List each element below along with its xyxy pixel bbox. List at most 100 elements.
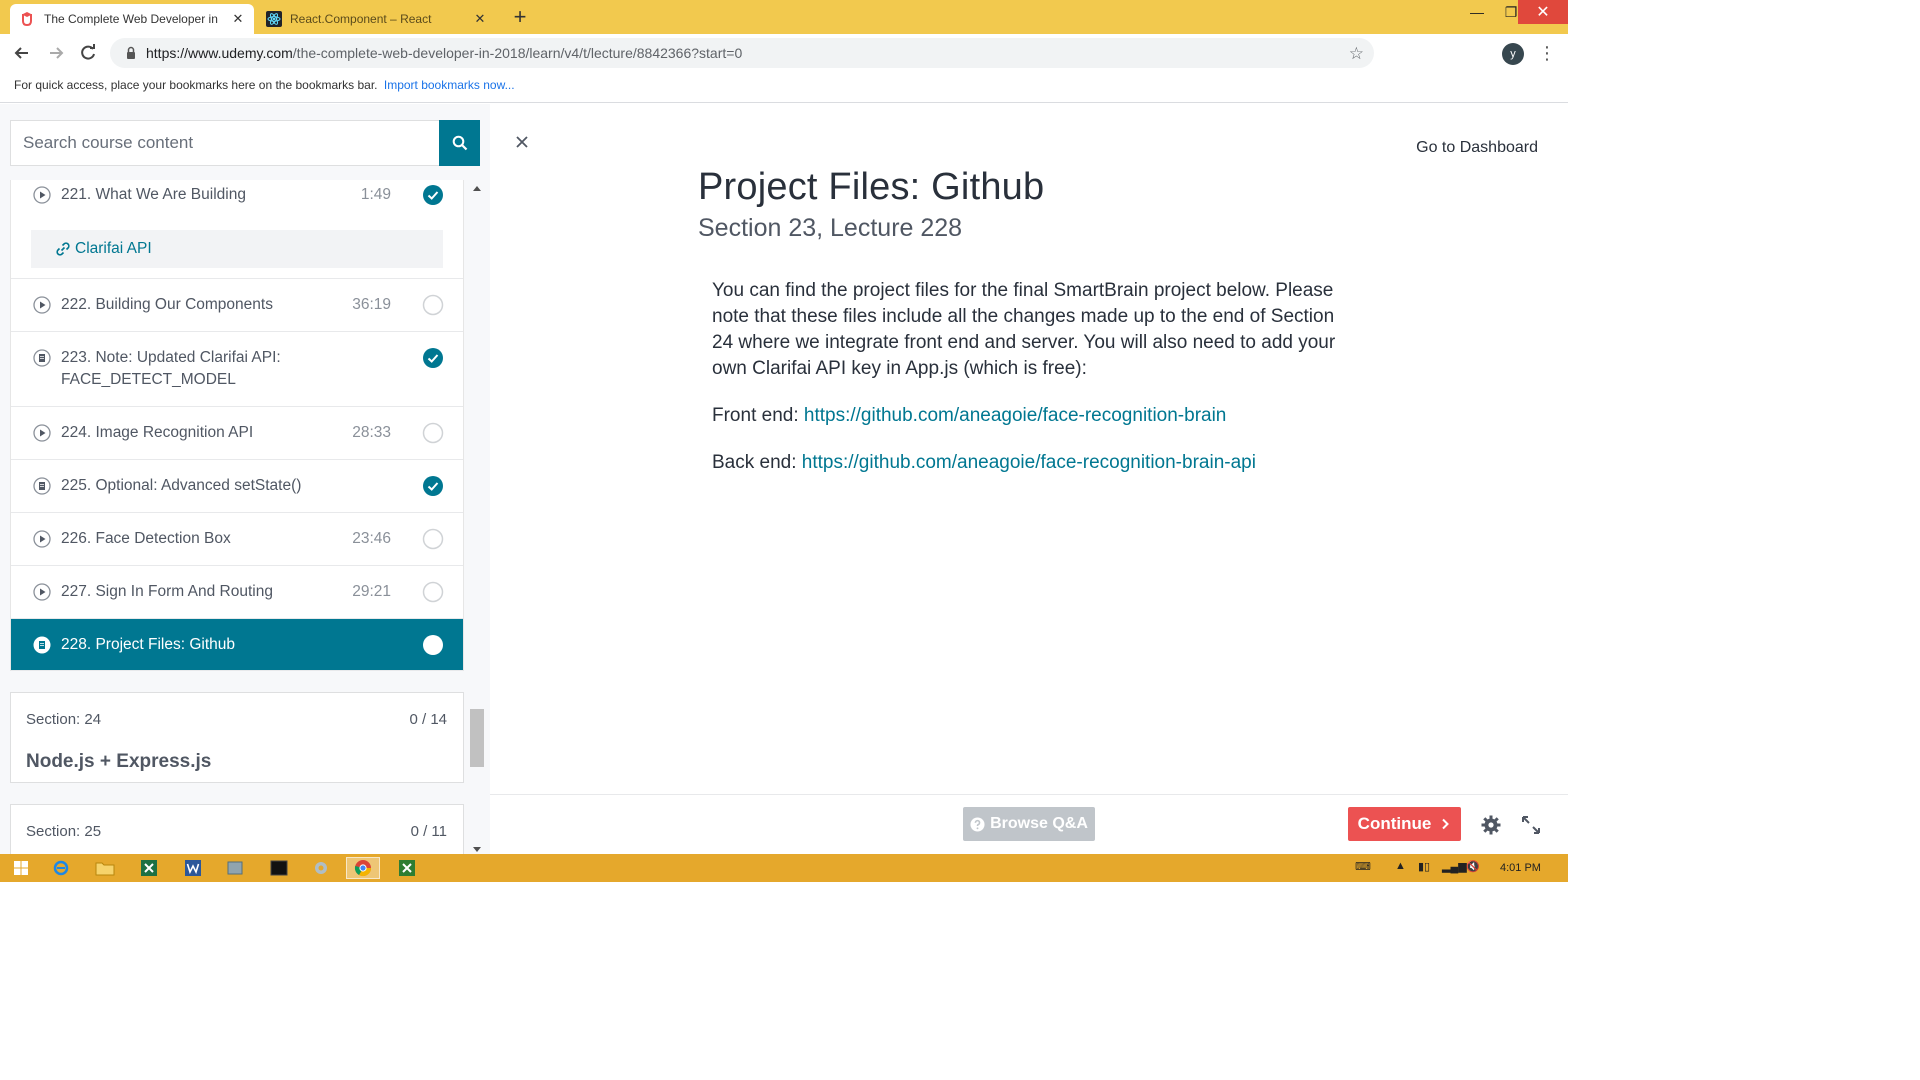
scroll-up-icon[interactable] <box>472 184 482 192</box>
section-progress: 0 / 14 <box>409 711 447 728</box>
lecture-item-225[interactable]: 225. Optional: Advanced setState() <box>11 460 463 513</box>
lecture-duration: 28:33 <box>352 424 391 441</box>
expand-icon[interactable] <box>1520 814 1542 836</box>
minimize-icon[interactable]: — <box>1460 0 1494 24</box>
front-end-link[interactable]: https://github.com/aneagoie/face-recogni… <box>804 405 1226 426</box>
import-bookmarks-link[interactable]: Import bookmarks now... <box>384 78 515 92</box>
back-arrow-icon[interactable] <box>12 43 32 63</box>
react-icon <box>266 10 290 28</box>
tab-title: The Complete Web Developer in <box>44 12 218 26</box>
bookmarks-hint: For quick access, place your bookmarks h… <box>14 78 378 92</box>
browser-toolbar: https://www.udemy.com/the-complete-web-d… <box>0 34 1568 97</box>
excel-icon[interactable] <box>132 857 166 879</box>
reload-icon[interactable] <box>78 43 98 63</box>
forward-arrow-icon[interactable] <box>46 43 66 63</box>
go-to-dashboard-link[interactable]: Go to Dashboard <box>1416 139 1538 157</box>
volume-muted-icon[interactable]: 🔇 <box>1466 860 1480 873</box>
incomplete-circle-icon[interactable] <box>422 634 444 656</box>
url-text: https://www.udemy.com/the-complete-web-d… <box>146 45 742 61</box>
incomplete-circle-icon[interactable] <box>422 422 444 444</box>
address-bar[interactable]: https://www.udemy.com/the-complete-web-d… <box>110 38 1374 68</box>
terminal-icon[interactable] <box>262 857 296 879</box>
lecture-item-222[interactable]: 222. Building Our Components 36:19 <box>11 279 463 332</box>
new-tab-button[interactable]: + <box>508 6 532 28</box>
file-explorer-icon[interactable] <box>88 857 122 879</box>
tab-close-icon[interactable]: ✕ <box>472 11 488 27</box>
scroll-down-icon[interactable] <box>472 846 482 854</box>
lecture-item-221[interactable]: 221. What We Are Building 1:49 Clarifai … <box>11 180 463 279</box>
section-number: Section: 25 <box>26 823 102 840</box>
resource-link-clarifai[interactable]: Clarifai API <box>31 230 443 268</box>
lecture-item-227[interactable]: 227. Sign In Form And Routing 29:21 <box>11 566 463 619</box>
chrome-taskbar-icon[interactable] <box>346 857 380 879</box>
lecture-subtitle: Section 23, Lecture 228 <box>698 214 963 242</box>
spreadsheet-icon[interactable] <box>390 857 424 879</box>
lecture-footer: Browse Q&A Continue <box>490 794 1568 854</box>
network-icon[interactable]: ▮▯ <box>1418 860 1430 873</box>
lecture-list: 221. What We Are Building 1:49 Clarifai … <box>10 180 464 671</box>
app-icon[interactable] <box>218 857 252 879</box>
clock[interactable]: 4:01 PM <box>1500 862 1541 874</box>
lecture-duration: 1:49 <box>360 186 391 203</box>
completed-check-icon[interactable] <box>422 475 444 497</box>
url-host: https://www.udemy.com <box>146 45 293 61</box>
browser-tab-react[interactable]: React.Component – React ✕ <box>256 4 496 34</box>
lecture-duration: 36:19 <box>352 296 391 313</box>
incomplete-circle-icon[interactable] <box>422 294 444 316</box>
word-icon[interactable] <box>176 857 210 879</box>
signal-icon[interactable]: ▂▄▆ <box>1442 860 1467 873</box>
lecture-title: 221. What We Are Building <box>61 186 246 203</box>
lecture-title-line2: FACE_DETECT_MODEL <box>61 371 236 388</box>
windows-start-icon[interactable] <box>4 857 38 879</box>
search-icon <box>452 135 467 151</box>
windows-taskbar: ⌨ ▲ ▮▯ ▂▄▆ 🔇 4:01 PM <box>0 854 1568 882</box>
more-menu-icon[interactable]: ⋮ <box>1538 42 1556 64</box>
lecture-duration: 29:21 <box>352 583 391 600</box>
lecture-title: 227. Sign In Form And Routing <box>61 583 273 600</box>
search-input[interactable] <box>10 120 439 166</box>
lecture-title: 223. Note: Updated Clarifai API: <box>61 349 281 366</box>
internet-explorer-icon[interactable] <box>44 857 78 879</box>
keyboard-icon[interactable]: ⌨ <box>1355 860 1371 873</box>
completed-check-icon[interactable] <box>422 347 444 369</box>
article-paragraph: You can find the project files for the f… <box>712 280 1336 379</box>
tab-close-icon[interactable]: ✕ <box>230 11 246 27</box>
show-hidden-icons-icon[interactable]: ▲ <box>1395 860 1406 872</box>
close-sidebar-icon[interactable] <box>512 132 532 152</box>
section-card-24[interactable]: Section: 24 0 / 14 Node.js + Express.js <box>10 692 464 783</box>
play-icon <box>33 583 51 601</box>
continue-button[interactable]: Continue <box>1348 807 1461 841</box>
url-path: /the-complete-web-developer-in-2018/lear… <box>292 45 743 61</box>
browse-qa-button[interactable]: Browse Q&A <box>963 807 1095 841</box>
lecture-item-223[interactable]: 223. Note: Updated Clarifai API: FACE_DE… <box>11 332 463 407</box>
bookmark-star-icon[interactable]: ☆ <box>1349 44 1364 64</box>
search-button[interactable] <box>439 120 480 166</box>
play-icon <box>33 424 51 442</box>
incomplete-circle-icon[interactable] <box>422 581 444 603</box>
section-number: Section: 24 <box>26 711 102 728</box>
profile-avatar[interactable]: y <box>1502 43 1524 65</box>
window-close-icon[interactable]: ✕ <box>1518 0 1568 24</box>
lecture-content: Go to Dashboard Project Files: Github Se… <box>490 104 1568 794</box>
link-icon <box>56 242 70 256</box>
lecture-title: Project Files: Github <box>698 166 1045 208</box>
front-end-label: Front end: <box>712 405 799 426</box>
udemy-icon <box>20 10 44 28</box>
back-end-link[interactable]: https://github.com/aneagoie/face-recogni… <box>802 452 1256 473</box>
lecture-item-226[interactable]: 226. Face Detection Box 23:46 <box>11 513 463 566</box>
bookmarks-bar: For quick access, place your bookmarks h… <box>0 72 1568 103</box>
browser-tab-strip: The Complete Web Developer in ✕ React.Co… <box>0 0 1568 34</box>
browse-qa-label: Browse Q&A <box>990 815 1088 832</box>
lecture-item-228-current[interactable]: 228. Project Files: Github <box>11 619 463 671</box>
browser-tab-udemy[interactable]: The Complete Web Developer in ✕ <box>10 4 254 34</box>
scrollbar-thumb[interactable] <box>470 709 484 767</box>
question-circle-icon <box>970 816 985 832</box>
lecture-item-224[interactable]: 224. Image Recognition API 28:33 <box>11 407 463 460</box>
section-card-25[interactable]: Section: 25 0 / 11 <box>10 804 464 854</box>
completed-check-icon[interactable] <box>422 184 444 206</box>
course-sidebar: 221. What We Are Building 1:49 Clarifai … <box>0 104 490 854</box>
settings-gear-icon[interactable] <box>1480 814 1502 836</box>
incomplete-circle-icon[interactable] <box>422 528 444 550</box>
tool-icon[interactable] <box>304 857 338 879</box>
continue-label: Continue <box>1357 814 1432 833</box>
